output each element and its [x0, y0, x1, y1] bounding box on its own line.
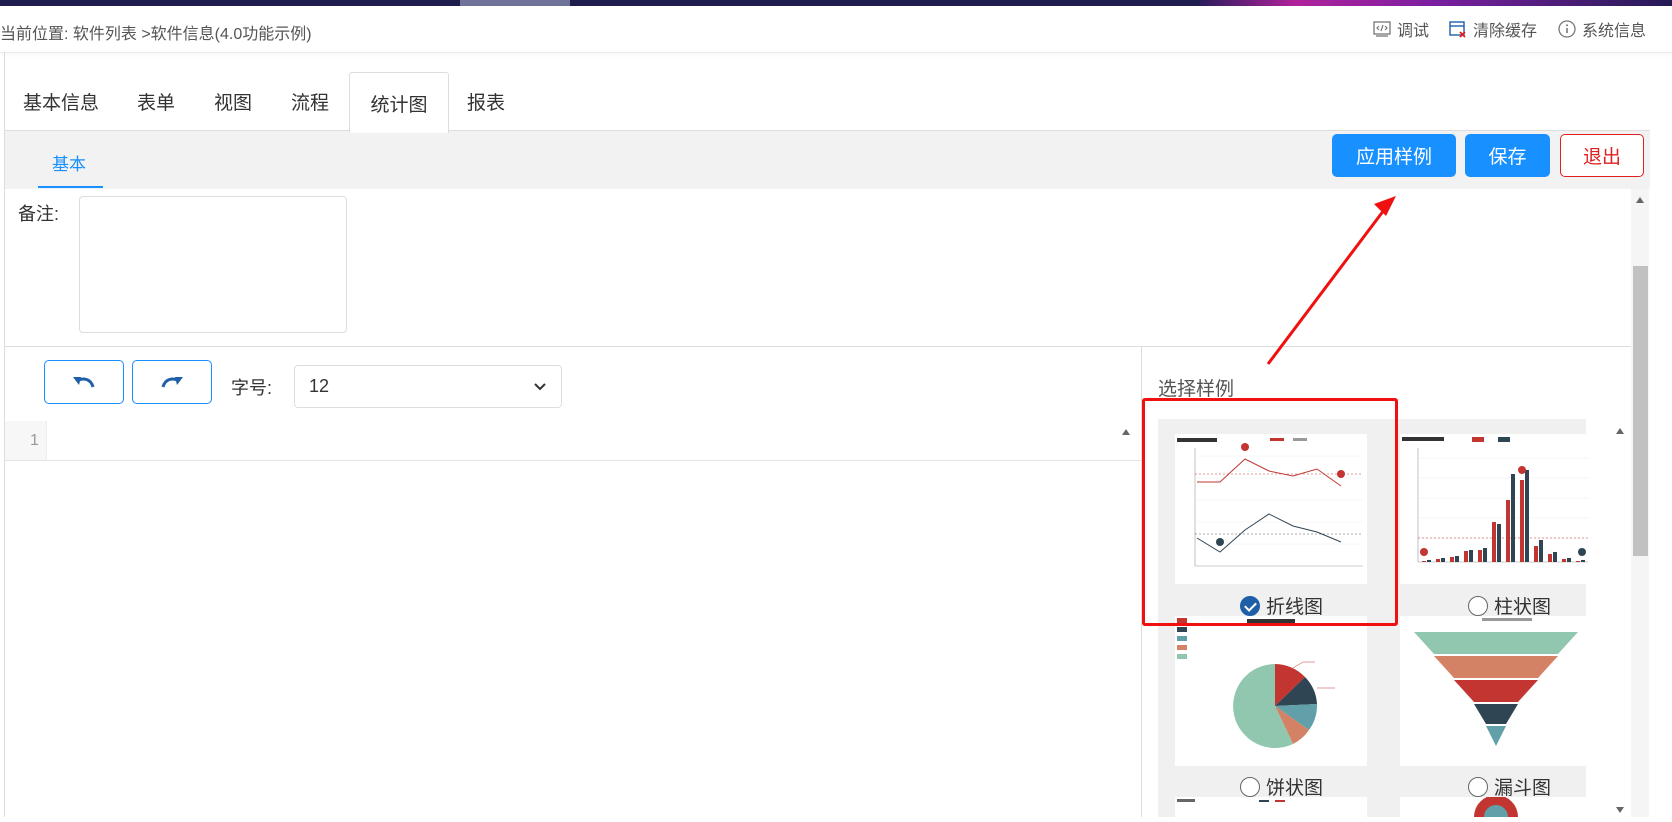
sample-option-funnel[interactable]: 漏斗图	[1468, 773, 1551, 800]
radio-checked-icon[interactable]	[1240, 595, 1260, 616]
sample-label-funnel: 漏斗图	[1494, 778, 1552, 799]
remark-label: 备注:	[18, 204, 60, 224]
subtab-basic[interactable]: 基本	[52, 150, 86, 175]
section-divider	[5, 346, 1631, 347]
clear-cache-link[interactable]: 清除缓存	[1449, 17, 1537, 41]
editor-active-line[interactable]	[5, 460, 1141, 461]
sample-option-bar[interactable]: 柱状图	[1468, 592, 1551, 619]
font-size-label: 字号:	[231, 378, 273, 398]
clear-cache-label: 清除缓存	[1473, 23, 1538, 40]
sample-card-pie[interactable]	[1175, 616, 1367, 766]
sample-label-bar: 柱状图	[1494, 597, 1552, 618]
sample-card-line[interactable]	[1175, 434, 1367, 584]
tab-view[interactable]: 视图	[203, 72, 263, 130]
panel-divider	[1141, 347, 1142, 817]
gallery-scroll-up-icon[interactable]	[1616, 428, 1624, 434]
radio-unchecked-icon[interactable]	[1468, 776, 1488, 797]
undo-icon	[73, 377, 95, 388]
editor-gutter	[5, 421, 47, 461]
save-button[interactable]: 保存	[1465, 134, 1550, 177]
tab-label: 表单	[136, 92, 175, 114]
scroll-up-icon[interactable]	[1636, 197, 1644, 203]
debug-link[interactable]: 调试	[1373, 17, 1429, 41]
sample-card-partial[interactable]	[1400, 795, 1592, 817]
tab-basic-info[interactable]: 基本信息	[14, 72, 108, 130]
clear-cache-icon	[1449, 21, 1466, 38]
tab-label: 视图	[213, 92, 252, 114]
chevron-down-icon	[534, 382, 546, 390]
tab-label: 报表	[466, 92, 505, 114]
apply-sample-button[interactable]: 应用样例	[1332, 134, 1456, 177]
redo-button[interactable]	[132, 360, 212, 404]
chart-thumbnail-partial	[1177, 799, 1285, 802]
sample-card-funnel[interactable]	[1400, 616, 1592, 766]
sample-option-pie[interactable]: 饼状图	[1240, 773, 1323, 800]
tab-label: 基本信息	[22, 92, 99, 114]
tab-label: 流程	[290, 92, 329, 114]
radio-unchecked-icon[interactable]	[1468, 595, 1488, 616]
gallery-scroll-down-icon[interactable]	[1616, 807, 1624, 813]
redo-icon	[161, 377, 183, 388]
tab-report[interactable]: 报表	[456, 72, 516, 130]
bar-chart-thumbnail	[1402, 437, 1588, 563]
subtab-active-indicator	[38, 186, 103, 188]
line-number: 1	[30, 432, 39, 449]
sample-card-partial[interactable]	[1175, 797, 1367, 817]
sample-card-bar[interactable]	[1400, 434, 1592, 584]
undo-button[interactable]	[44, 360, 124, 404]
breadcrumb: 当前位置: 软件列表 >软件信息(4.0功能示例)	[0, 26, 312, 43]
editor-scroll-up-icon[interactable]	[1122, 429, 1130, 435]
remark-textarea[interactable]	[79, 196, 347, 333]
chart-thumbnail-partial	[1474, 795, 1518, 817]
tab-flow[interactable]: 流程	[280, 72, 340, 130]
tab-label: 统计图	[370, 94, 428, 116]
font-size-value: 12	[309, 376, 330, 396]
debug-label: 调试	[1397, 23, 1430, 40]
funnel-chart-thumbnail	[1414, 618, 1578, 746]
system-info-label: 系统信息	[1582, 23, 1647, 40]
sample-panel-title: 选择样例	[1158, 379, 1235, 400]
sample-label-pie: 饼状图	[1266, 778, 1324, 799]
exit-button[interactable]: 退出	[1560, 134, 1644, 177]
page-scrollbar-thumb[interactable]	[1633, 266, 1648, 556]
code-icon	[1373, 21, 1391, 37]
line-chart-thumbnail	[1177, 438, 1363, 567]
info-icon	[1558, 20, 1576, 38]
tab-form[interactable]: 表单	[126, 72, 186, 130]
radio-unchecked-icon[interactable]	[1240, 776, 1260, 797]
sample-label-line: 折线图	[1266, 597, 1324, 618]
tab-chart[interactable]: 统计图	[349, 72, 449, 133]
system-info-link[interactable]: 系统信息	[1558, 17, 1646, 41]
pie-chart-thumbnail	[1177, 618, 1335, 748]
font-size-select[interactable]: 12	[294, 365, 562, 408]
sample-option-line[interactable]: 折线图	[1240, 592, 1323, 619]
